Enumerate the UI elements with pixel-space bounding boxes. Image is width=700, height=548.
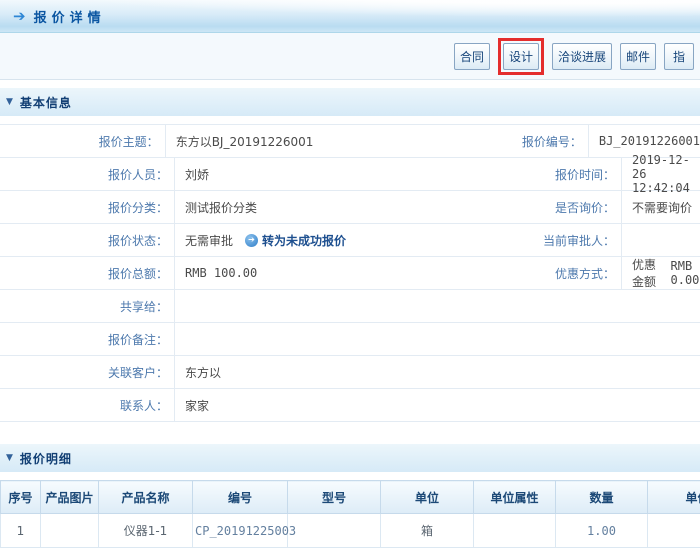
toolbar: 合同 设计 洽谈进展 邮件 指 (0, 33, 700, 80)
column-header-unit-price: 单价 (648, 481, 700, 514)
section-title: 报价明细 (20, 450, 72, 467)
collapse-triangle-icon: ▼ (6, 454, 13, 463)
column-header-product-image: 产品图片 (41, 481, 99, 514)
collapse-triangle-icon: ▼ (6, 98, 13, 107)
highlight-box: 设计 (498, 38, 544, 75)
column-header-unit: 单位 (381, 481, 474, 514)
toolbar-button-mail[interactable]: 邮件 (620, 43, 656, 70)
form-row: 报价状态： 无需审批 ➔ 转为未成功报价 当前审批人： (0, 224, 700, 257)
cell-product-name: 仪器1-1 (99, 514, 193, 548)
column-header-quantity: 数量 (556, 481, 648, 514)
field-label: 报价备注： (0, 323, 175, 355)
form-row: 报价人员： 刘娇 报价时间： 2019-12-26 12:42:04 (0, 158, 700, 191)
discount-type: 优惠金额 (632, 256, 657, 290)
field-label: 报价时间： (430, 158, 622, 190)
field-label: 报价状态： (0, 224, 175, 256)
section-header-basic-info[interactable]: ▼ 基本信息 (0, 88, 700, 116)
form-row: 报价主题： 东方以BJ_20191226001 报价编号： BJ_2019122… (0, 125, 700, 158)
field-label: 优惠方式： (430, 257, 622, 289)
field-label: 关联客户： (0, 356, 175, 388)
table-header-row: 序号 产品图片 产品名称 编号 型号 单位 单位属性 数量 单价 (1, 481, 700, 514)
cell-unit: 箱 (381, 514, 474, 548)
page-title: 报价详情 (34, 7, 106, 26)
field-value: 东方以BJ_20191226001 (166, 125, 407, 157)
column-header-code: 编号 (193, 481, 288, 514)
cell-unit-attribute (474, 514, 556, 548)
field-label: 报价人员： (0, 158, 175, 190)
field-value (175, 323, 700, 355)
table-row: 1 仪器1-1 CP_20191225003 箱 1.00 (1, 514, 700, 548)
field-label: 报价分类： (0, 191, 175, 223)
cell-model (288, 514, 381, 548)
field-value: 东方以 (175, 356, 700, 388)
cell-product-image (41, 514, 99, 548)
quotation-status-value: 无需审批 ➔ 转为未成功报价 (175, 224, 430, 256)
column-header-model: 型号 (288, 481, 381, 514)
cell-index: 1 (1, 514, 41, 548)
toolbar-button-design[interactable]: 设计 (503, 43, 539, 70)
toolbar-button-contract[interactable]: 合同 (454, 43, 490, 70)
form-row: 联系人： 家家 (0, 389, 700, 422)
section-title: 基本信息 (20, 94, 72, 111)
toolbar-button-negotiation-progress[interactable]: 洽谈进展 (552, 43, 612, 70)
field-label: 共享给： (0, 290, 175, 322)
status-text: 无需审批 (185, 232, 233, 249)
page-banner: ➔ 报价详情 (0, 0, 700, 33)
field-value: RMB 100.00 (175, 257, 430, 289)
column-header-product-name: 产品名称 (99, 481, 193, 514)
field-label: 当前审批人： (430, 224, 622, 256)
form-row: 报价备注： (0, 323, 700, 356)
cell-unit-price (648, 514, 700, 548)
column-header-index: 序号 (1, 481, 41, 514)
field-label: 报价主题： (0, 125, 166, 157)
cell-product-code-link[interactable]: CP_20191225003 (193, 514, 288, 548)
discount-value: 优惠金额 RMB 0.00 (622, 257, 700, 289)
field-value: 刘娇 (175, 158, 430, 190)
field-value: 家家 (175, 389, 700, 421)
column-header-unit-attribute: 单位属性 (474, 481, 556, 514)
form-row: 报价分类： 测试报价分类 是否询价： 不需要询价 (0, 191, 700, 224)
section-header-quotation-detail[interactable]: ▼ 报价明细 (0, 444, 700, 472)
form-row: 报价总额： RMB 100.00 优惠方式： 优惠金额 RMB 0.00 (0, 257, 700, 290)
basic-info-form: 报价主题： 东方以BJ_20191226001 报价编号： BJ_2019122… (0, 124, 700, 422)
field-value (175, 290, 700, 322)
field-label: 报价编号： (407, 125, 589, 157)
arrow-right-icon: ➔ (13, 9, 26, 24)
toolbar-button-clipped[interactable]: 指 (664, 43, 694, 70)
field-value: 测试报价分类 (175, 191, 430, 223)
field-value: 不需要询价 (622, 191, 700, 223)
convert-arrow-icon: ➔ (245, 234, 258, 247)
field-label: 报价总额： (0, 257, 175, 289)
cell-quantity: 1.00 (556, 514, 648, 548)
convert-to-unsuccessful-link[interactable]: 转为未成功报价 (262, 232, 346, 249)
field-value: 2019-12-26 12:42:04 (622, 158, 700, 190)
form-row: 共享给： (0, 290, 700, 323)
field-label: 联系人： (0, 389, 175, 421)
quotation-detail-table: 序号 产品图片 产品名称 编号 型号 单位 单位属性 数量 单价 1 仪器1-1… (0, 480, 700, 548)
discount-amount: RMB 0.00 (671, 259, 700, 287)
field-value (622, 224, 700, 256)
form-row: 关联客户： 东方以 (0, 356, 700, 389)
field-label: 是否询价： (430, 191, 622, 223)
